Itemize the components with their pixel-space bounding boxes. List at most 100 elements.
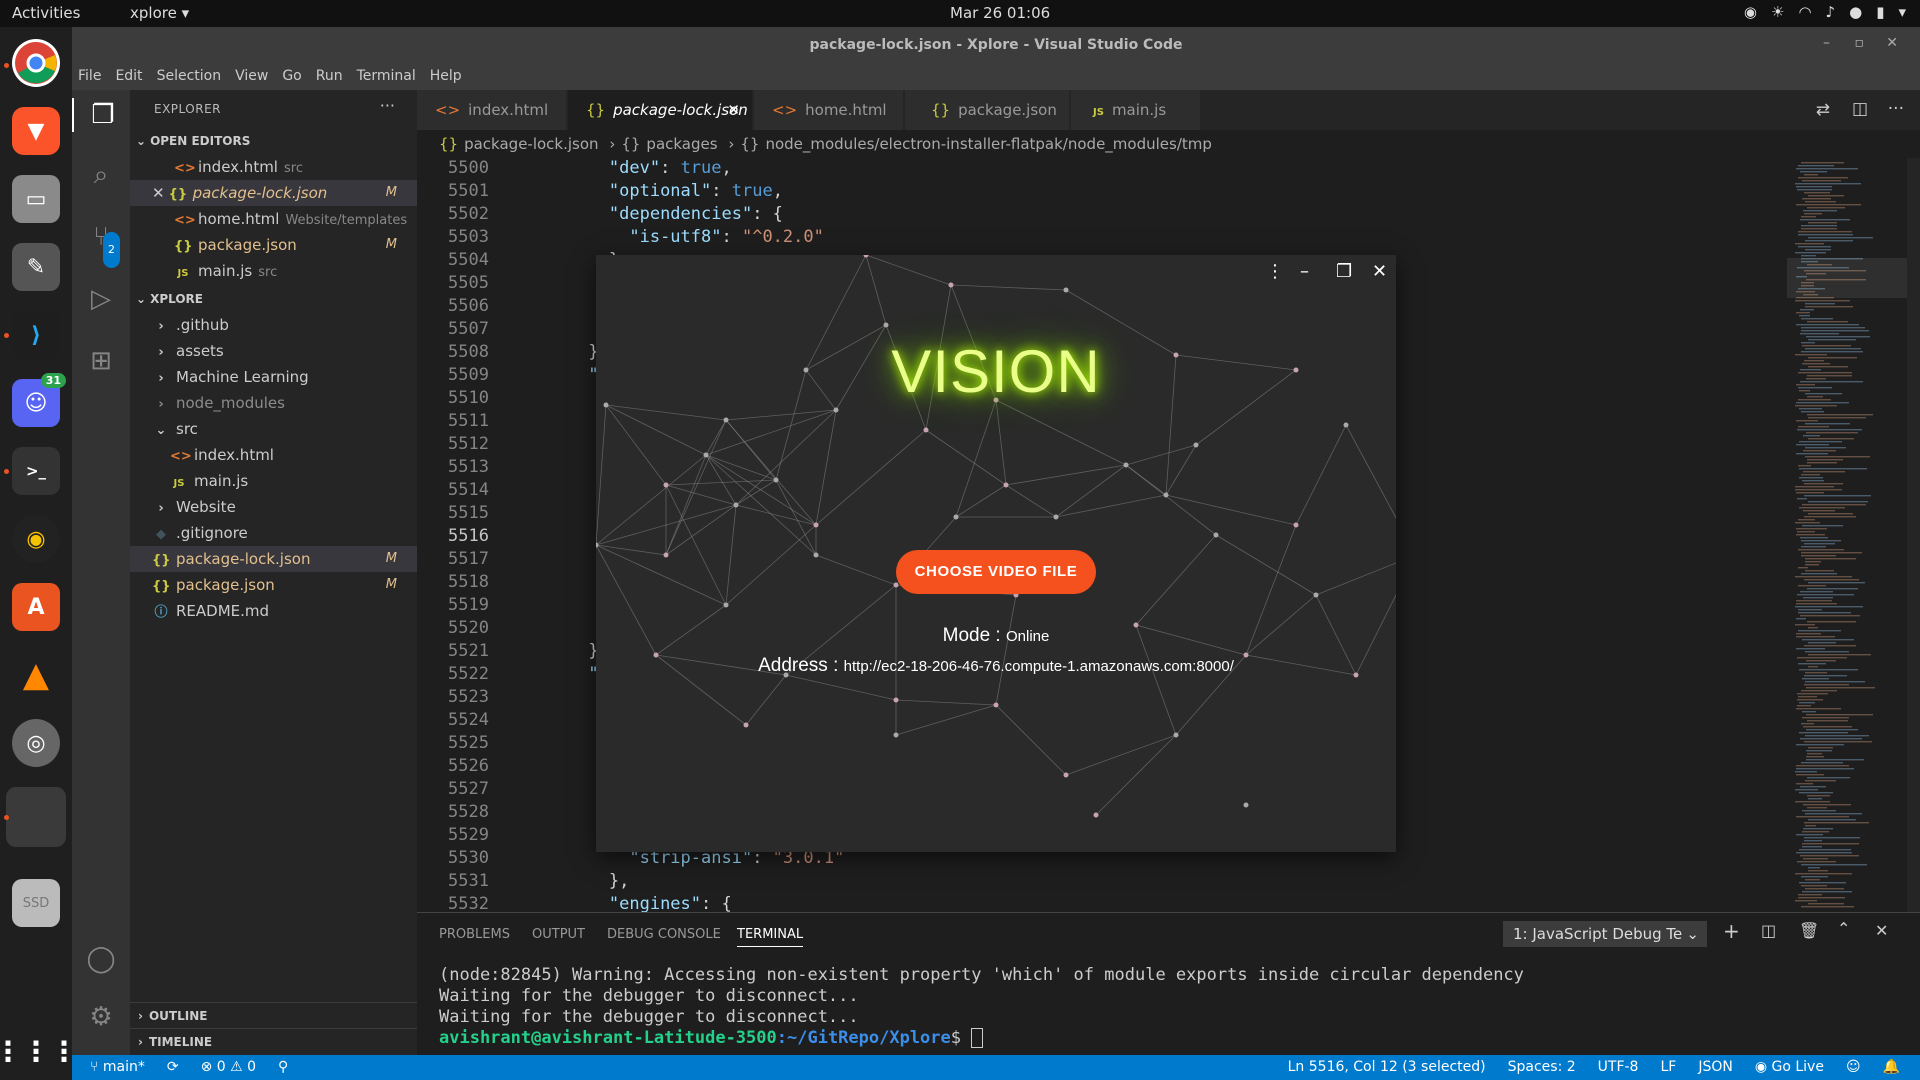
open-editor-item[interactable]: <> home.html Website/templates <box>130 206 417 232</box>
menu-go[interactable]: Go <box>275 64 308 90</box>
eol[interactable]: LF <box>1660 1055 1676 1080</box>
close-panel-icon[interactable]: ✕ <box>1875 921 1888 940</box>
editor-more-icon[interactable]: ··· <box>1888 99 1904 119</box>
terminal-icon[interactable]: >_ <box>12 447 60 495</box>
system-tray[interactable]: ◉ ☀ ◠ ♪ ● ▮ ▾ <box>1744 3 1906 21</box>
go-live-button[interactable]: ◉ Go Live <box>1755 1055 1824 1080</box>
ssd-drive-icon[interactable]: SSD <box>12 879 60 927</box>
cursor-position[interactable]: Ln 5516, Col 12 (3 selected) <box>1288 1055 1486 1080</box>
new-terminal-icon[interactable]: + <box>1723 919 1740 943</box>
menu-help[interactable]: Help <box>423 64 469 90</box>
open-editor-item-active[interactable]: ✕{} package-lock.json M <box>130 180 417 206</box>
tab-package-json[interactable]: {} package.json <box>905 90 1070 130</box>
vision-more-icon[interactable]: ⋮ <box>1266 261 1284 282</box>
settings-gear-icon[interactable]: ⚙ <box>84 1000 118 1034</box>
feedback-icon[interactable]: ☺ <box>1846 1055 1861 1080</box>
tree-item-file[interactable]: JS main.js <box>130 468 417 494</box>
indentation[interactable]: Spaces: 2 <box>1508 1055 1576 1080</box>
tab-debug-console[interactable]: DEBUG CONSOLE <box>607 927 721 942</box>
vscode-icon[interactable]: ⟩ <box>12 311 60 359</box>
show-apps-icon[interactable]: ⋮⋮⋮ <box>0 1027 78 1075</box>
tree-item-file[interactable]: ◆ .gitignore <box>130 520 417 546</box>
tree-item-folder[interactable]: › .github <box>130 312 417 338</box>
system-menu-icon[interactable]: ▾ <box>1898 3 1906 21</box>
brave-icon[interactable]: ▼ <box>12 107 60 155</box>
activities-button[interactable]: Activities <box>12 4 80 22</box>
close-tab-icon[interactable]: ✕ <box>727 90 740 130</box>
close-editor-icon[interactable]: ✕ <box>152 184 165 202</box>
timeline-section[interactable]: › TIMELINE <box>130 1028 417 1055</box>
breadcrumb-packages[interactable]: packages <box>646 135 717 153</box>
split-editor-icon[interactable]: ◫ <box>1852 99 1868 119</box>
tab-terminal[interactable]: TERMINAL <box>737 927 804 947</box>
debug-icon[interactable]: ⚲ <box>278 1055 288 1080</box>
branch-indicator[interactable]: ⑂ main* <box>90 1055 145 1080</box>
terminal-prompt[interactable]: avishrant@avishrant-Latitude-3500:~/GitR… <box>439 1028 984 1048</box>
tree-item-file-selected[interactable]: {} package-lock.json M <box>130 546 417 572</box>
trash-icon[interactable]: 🗑 <box>1799 921 1819 940</box>
menu-file[interactable]: File <box>72 64 108 90</box>
run-debug-icon[interactable]: ▷ <box>84 282 118 316</box>
discord-icon[interactable]: ☺ 31 <box>12 373 66 427</box>
tree-item-folder-open[interactable]: ⌄ src <box>130 416 417 442</box>
open-editor-item[interactable]: {} package.json M <box>130 232 417 258</box>
choose-video-file-button[interactable]: CHOOSE VIDEO FILE <box>896 550 1096 594</box>
rhythmbox-icon[interactable]: ◉ <box>12 515 60 563</box>
close-button[interactable]: ✕ <box>1886 35 1898 51</box>
tab-index-html[interactable]: <> index.html <box>417 90 567 130</box>
tree-item-folder[interactable]: › Website <box>130 494 417 520</box>
tree-item-folder[interactable]: › assets <box>130 338 417 364</box>
vision-app-icon[interactable] <box>6 787 66 847</box>
project-section[interactable]: ⌄ XPLORE <box>130 286 417 312</box>
explorer-more-button[interactable]: ··· <box>380 96 395 115</box>
open-editor-item[interactable]: <> index.html src <box>130 154 417 180</box>
accounts-icon[interactable]: ◯ <box>84 942 118 976</box>
outline-section[interactable]: › OUTLINE <box>130 1002 417 1029</box>
editor-scrollbar[interactable] <box>1907 158 1920 912</box>
terminal-select[interactable]: 1: JavaScript Debug Te ⌄ <box>1503 921 1707 947</box>
problems-indicator[interactable]: ⊗ 0 ⚠ 0 <box>201 1055 256 1080</box>
breadcrumb-node[interactable]: node_modules/electron-installer-flatpak/… <box>765 135 1211 153</box>
explorer-icon[interactable]: ❐ <box>72 98 132 132</box>
wifi-icon[interactable]: ◠ <box>1798 3 1811 21</box>
vlc-icon[interactable]: ▲ <box>12 651 60 699</box>
tab-output[interactable]: OUTPUT <box>532 927 585 942</box>
menu-selection[interactable]: Selection <box>150 64 229 90</box>
source-control-icon[interactable]: ⑂ 2 <box>84 220 120 268</box>
tree-item-folder[interactable]: › Machine Learning <box>130 364 417 390</box>
breadcrumb-file[interactable]: package-lock.json <box>464 135 598 153</box>
notifications-icon[interactable]: 🔔 <box>1883 1055 1900 1080</box>
mic-icon[interactable]: ● <box>1849 3 1862 21</box>
encoding[interactable]: UTF-8 <box>1598 1055 1639 1080</box>
battery-icon[interactable]: ▮ <box>1876 3 1884 21</box>
tab-problems[interactable]: PROBLEMS <box>439 927 510 942</box>
vision-minimize-button[interactable]: – <box>1300 261 1309 282</box>
chrome-icon[interactable] <box>12 39 60 87</box>
tree-item-file[interactable]: <> index.html <box>130 442 417 468</box>
menu-run[interactable]: Run <box>309 64 350 90</box>
open-changes-icon[interactable]: ⇄ <box>1816 100 1830 120</box>
sync-icon[interactable]: ⟳ <box>167 1055 179 1080</box>
minimap[interactable] <box>1787 158 1907 912</box>
language-mode[interactable]: JSON <box>1698 1055 1733 1080</box>
help-icon[interactable]: ◎ <box>12 719 60 767</box>
software-center-icon[interactable]: A <box>12 583 60 631</box>
tab-main-js[interactable]: JS main.js <box>1071 90 1201 130</box>
minimize-button[interactable]: – <box>1823 35 1830 51</box>
search-icon[interactable]: ⌕ <box>84 158 118 192</box>
menu-terminal[interactable]: Terminal <box>350 64 423 90</box>
vision-close-button[interactable]: ✕ <box>1372 261 1387 282</box>
open-editor-item[interactable]: JS main.js src <box>130 258 417 284</box>
split-terminal-icon[interactable]: ◫ <box>1761 921 1776 940</box>
tree-item-file[interactable]: {} package.json M <box>130 572 417 598</box>
menu-edit[interactable]: Edit <box>108 64 149 90</box>
tab-home-html[interactable]: <> home.html <box>754 90 904 130</box>
menu-view[interactable]: View <box>228 64 275 90</box>
clock[interactable]: Mar 26 01:06 <box>950 4 1050 22</box>
maximize-panel-icon[interactable]: ⌃ <box>1837 919 1850 938</box>
extensions-icon[interactable]: ⊞ <box>84 344 118 378</box>
tree-item-folder[interactable]: › node_modules <box>130 390 417 416</box>
tree-item-file[interactable]: ⓘ README.md <box>130 598 417 624</box>
app-menu[interactable]: xplore ▾ <box>130 4 189 22</box>
tab-package-lock-json[interactable]: {} package-lock.json ✕ <box>568 90 753 130</box>
